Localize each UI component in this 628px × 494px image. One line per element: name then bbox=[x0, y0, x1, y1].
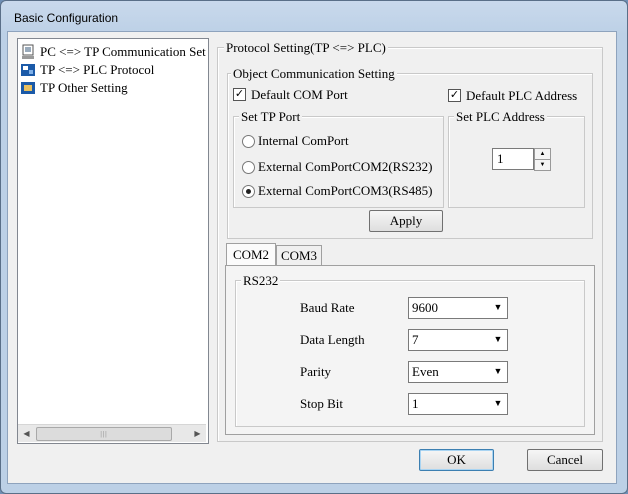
plc-protocol-icon bbox=[20, 62, 36, 78]
stop-bit-select[interactable]: 1 ▼ bbox=[408, 393, 508, 415]
baud-rate-select[interactable]: 9600 ▼ bbox=[408, 297, 508, 319]
tp-settings-icon bbox=[20, 80, 36, 96]
tree-item-label: TP <=> PLC Protocol bbox=[40, 62, 155, 77]
default-com-port-label: Default COM Port bbox=[251, 87, 348, 102]
data-length-label: Data Length bbox=[300, 332, 365, 347]
default-plc-address-checkbox[interactable]: ✓ bbox=[448, 89, 461, 102]
tree-horizontal-scrollbar[interactable]: ◀ ||| ▶ bbox=[18, 424, 206, 442]
chevron-down-icon[interactable]: ▼ bbox=[490, 363, 506, 379]
chevron-down-icon[interactable]: ▼ bbox=[490, 331, 506, 347]
spin-down-icon[interactable]: ▼ bbox=[534, 159, 551, 171]
parity-select[interactable]: Even ▼ bbox=[408, 361, 508, 383]
plc-address-value: 1 bbox=[497, 151, 504, 166]
cancel-button[interactable]: Cancel bbox=[527, 449, 603, 471]
set-tp-port-title: Set TP Port bbox=[239, 109, 303, 125]
external-com3-label: External ComPortCOM3(RS485) bbox=[258, 183, 433, 198]
external-com3-radio[interactable] bbox=[242, 185, 255, 198]
tab-com2[interactable]: COM2 bbox=[226, 243, 276, 266]
set-plc-address-title: Set PLC Address bbox=[454, 109, 547, 125]
internal-comport-radio[interactable] bbox=[242, 135, 255, 148]
data-length-value: 7 bbox=[412, 332, 419, 347]
chevron-down-icon[interactable]: ▼ bbox=[490, 395, 506, 411]
tree-item-tp-other-setting[interactable]: TP Other Setting bbox=[20, 79, 128, 97]
stop-bit-label: Stop Bit bbox=[300, 396, 343, 411]
tree-item-label: TP Other Setting bbox=[40, 80, 128, 95]
scroll-left-icon[interactable]: ◀ bbox=[18, 425, 35, 442]
apply-button[interactable]: Apply bbox=[369, 210, 443, 232]
default-plc-address-label: Default PLC Address bbox=[466, 88, 578, 103]
tree-item-label: PC <=> TP Communication Set bbox=[40, 44, 206, 59]
parity-label: Parity bbox=[300, 364, 332, 379]
settings-tree[interactable]: PC <=> TP Communication Set TP <=> PLC P… bbox=[17, 38, 209, 444]
rs232-title: RS232 bbox=[241, 273, 281, 289]
tree-item-tp-plc-protocol[interactable]: TP <=> PLC Protocol bbox=[20, 61, 154, 79]
default-com-port-checkbox[interactable]: ✓ bbox=[233, 88, 246, 101]
data-length-select[interactable]: 7 ▼ bbox=[408, 329, 508, 351]
baud-rate-value: 9600 bbox=[412, 300, 438, 315]
object-communication-title: Object Communication Setting bbox=[231, 66, 397, 82]
scroll-thumb[interactable]: ||| bbox=[36, 427, 172, 441]
external-com2-label: External ComPortCOM2(RS232) bbox=[258, 159, 433, 174]
tree-item-pc-tp-communication[interactable]: PC <=> TP Communication Set bbox=[20, 43, 206, 61]
scroll-right-icon[interactable]: ▶ bbox=[189, 425, 206, 442]
protocol-setting-title: Protocol Setting(TP <=> PLC) bbox=[224, 40, 388, 56]
internal-comport-label: Internal ComPort bbox=[258, 133, 349, 148]
pc-communication-icon bbox=[20, 44, 36, 60]
baud-rate-label: Baud Rate bbox=[300, 300, 355, 315]
external-com2-radio[interactable] bbox=[242, 161, 255, 174]
plc-address-input[interactable]: 1 bbox=[492, 148, 534, 170]
stop-bit-value: 1 bbox=[412, 396, 419, 411]
window-title: Basic Configuration bbox=[14, 11, 119, 25]
parity-value: Even bbox=[412, 364, 439, 379]
tab-com3[interactable]: COM3 bbox=[276, 245, 322, 266]
ok-button[interactable]: OK bbox=[419, 449, 494, 471]
chevron-down-icon[interactable]: ▼ bbox=[490, 299, 506, 315]
